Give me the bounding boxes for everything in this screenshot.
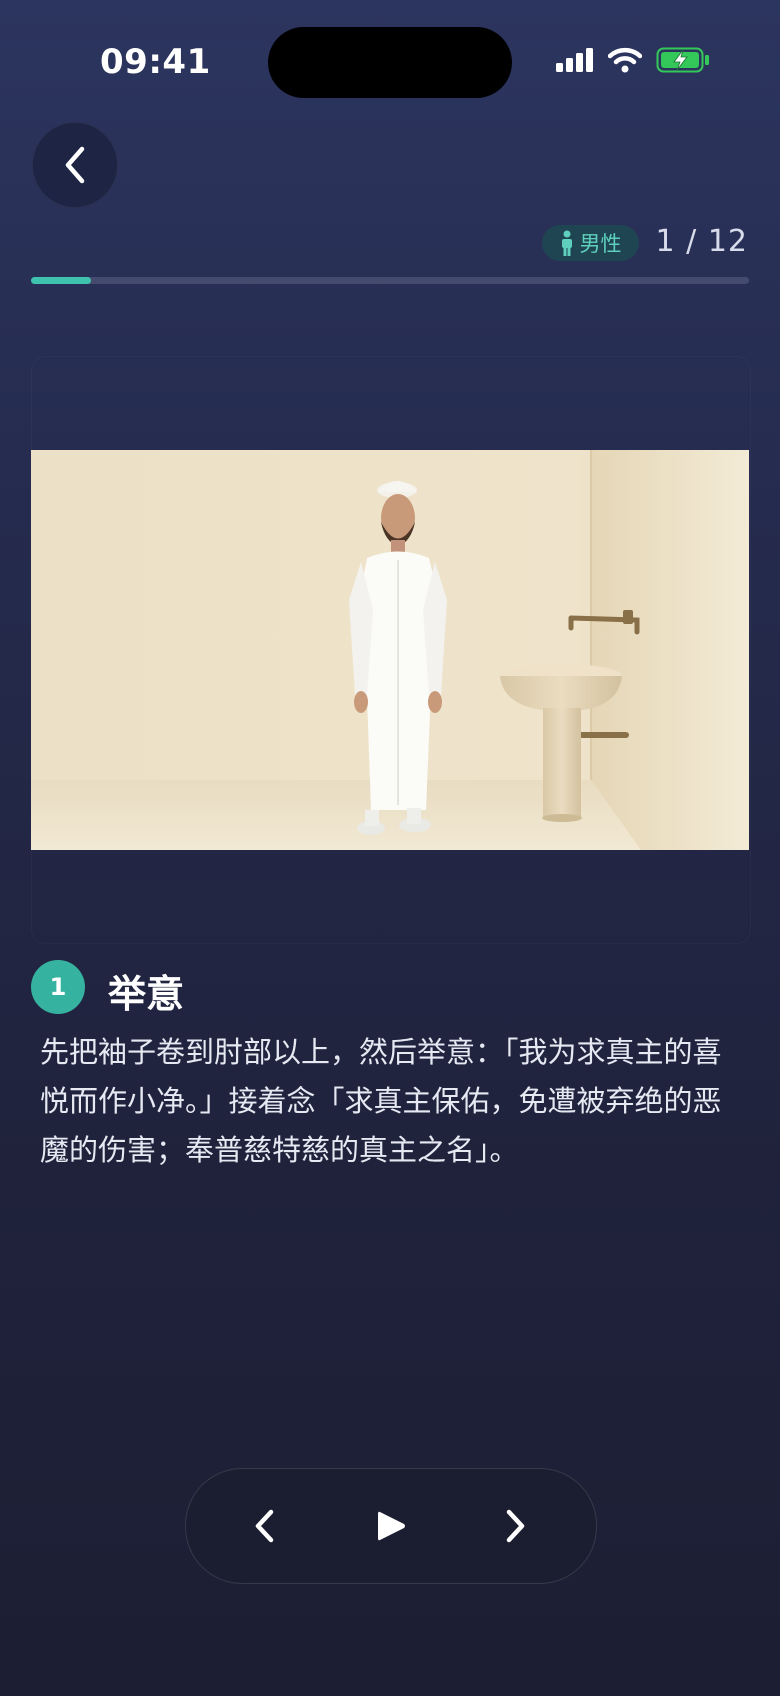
play-icon (378, 1511, 405, 1541)
step-title: 举意 (108, 972, 185, 1016)
back-chevron-icon (65, 146, 85, 184)
gender-badge: 男性 (542, 225, 639, 261)
battery-icon (656, 47, 709, 73)
gender-label: 男性 (579, 232, 622, 256)
wifi-icon (608, 47, 642, 73)
back-button[interactable] (32, 122, 118, 208)
previous-step-button[interactable] (234, 1496, 294, 1556)
next-step-button[interactable] (486, 1496, 546, 1556)
step-counter: 1 / 12 (655, 224, 748, 259)
dynamic-island (268, 27, 512, 98)
step-description: 先把袖子卷到肘部以上，然后举意：「我为求真主的喜悦而作小净。」接着念「求真主保佑… (40, 1035, 722, 1167)
progress-bar (31, 277, 749, 284)
step-illustration (31, 450, 749, 850)
play-button[interactable] (361, 1496, 421, 1556)
next-icon (506, 1509, 525, 1543)
person-icon (561, 230, 572, 256)
signal-icon (556, 48, 593, 72)
progress-fill (31, 277, 91, 284)
status-time: 09:41 (100, 42, 211, 82)
status-bar: 09:41 (0, 0, 780, 120)
status-icons (556, 47, 710, 73)
step-number-badge: 1 (31, 960, 85, 1014)
playback-controls (185, 1468, 597, 1584)
previous-icon (255, 1509, 274, 1543)
